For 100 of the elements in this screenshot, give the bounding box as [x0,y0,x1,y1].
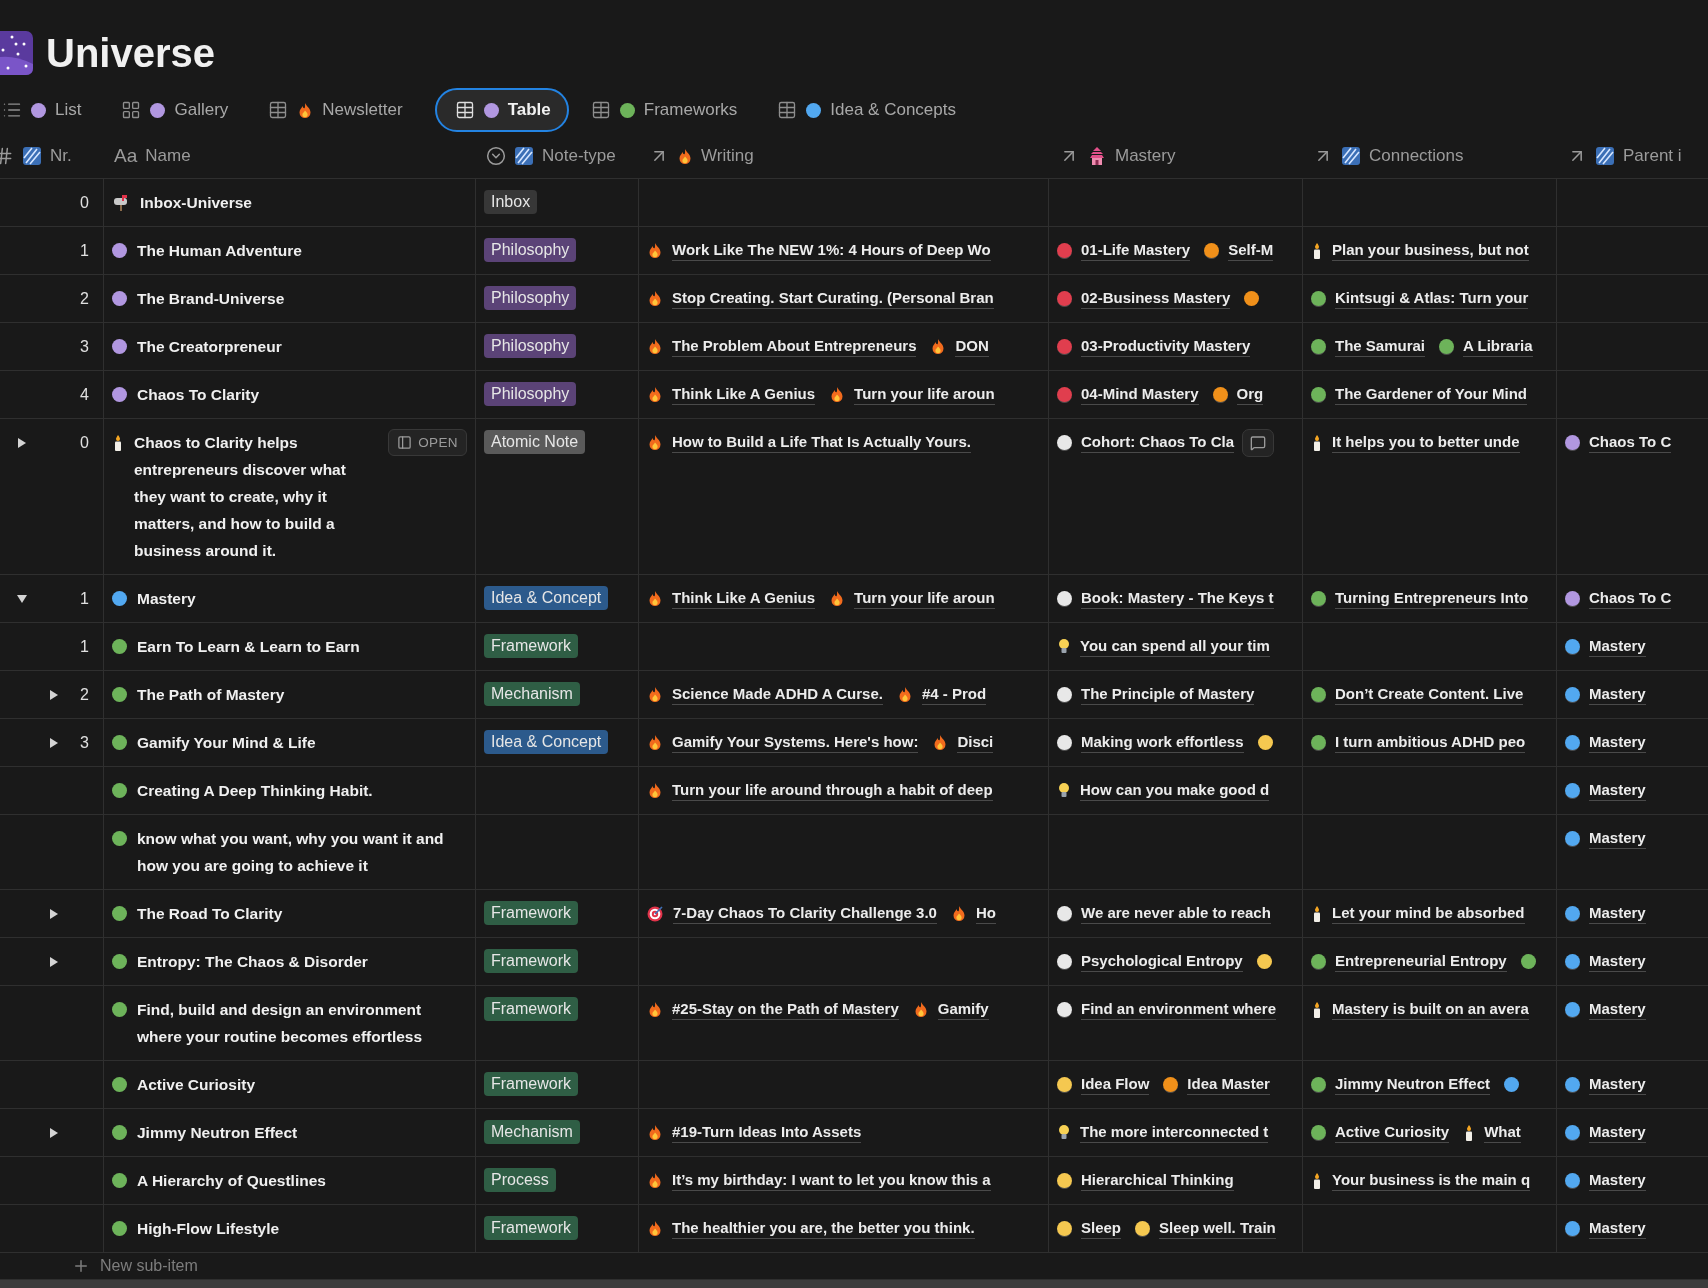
view-tab[interactable]: Newsletter [260,88,421,132]
relation-link[interactable]: Mastery [1565,900,1646,927]
relation-link[interactable]: #19-Turn Ideas Into Assets [647,1119,862,1146]
relation-link[interactable]: Plan your business, but not [1311,237,1529,264]
row-title[interactable]: Find, build and design an environment where your routine becomes effortless [137,996,467,1050]
row-title[interactable]: The Path of Mastery [137,681,467,708]
relation-link[interactable]: Disci [932,729,994,756]
column-header[interactable]: Nr. [50,146,72,166]
relation-link[interactable]: Idea Master [1163,1071,1270,1098]
relation-link[interactable]: Mastery [1565,633,1646,660]
relation-link[interactable]: The Problem About Entrepreneurs [647,333,917,360]
horizontal-scrollbar[interactable] [0,1280,1708,1288]
relation-link[interactable]: It helps you to better unde [1311,429,1520,456]
row-title[interactable]: Gamify Your Mind & Life [137,729,467,756]
relation-link[interactable]: Chaos To C [1565,429,1672,456]
relation-link[interactable]: Self-M [1204,237,1274,264]
relation-link[interactable]: Let your mind be absorbed [1311,900,1525,927]
row-title[interactable]: Inbox-Universe [140,189,467,216]
row-title[interactable]: The Creatorpreneur [137,333,467,360]
relation-link[interactable]: The Samurai [1311,333,1426,360]
relation-link[interactable]: The more interconnected t [1057,1119,1269,1146]
view-tab[interactable]: Table [434,88,569,132]
relation-link[interactable]: Hierarchical Thinking [1057,1167,1234,1194]
view-tab[interactable]: Gallery [113,88,247,132]
row-title[interactable]: Mastery [137,585,467,612]
relation-link[interactable]: Work Like The NEW 1%: 4 Hours of Deep Wo [647,237,991,264]
row-title[interactable]: The Human Adventure [137,237,467,264]
column-header[interactable]: Name [145,146,191,166]
relation-link[interactable]: Turn your life aroun [829,585,995,612]
column-header[interactable]: Note-type [542,146,616,166]
column-header[interactable]: Writing [701,146,754,166]
column-header[interactable]: Mastery [1115,146,1176,166]
row-title[interactable]: Chaos to Clarity helps entrepreneurs discover what they want to create, why it matters, and how to build a business around it. [134,429,377,564]
relation-link[interactable]: Turning Entrepreneurs Into [1311,585,1529,612]
relation-link[interactable]: You can spend all your tim [1057,633,1270,660]
relation-link[interactable]: 04-Mind Mastery [1057,381,1199,408]
column-header[interactable]: Connections [1369,146,1464,166]
relation-link[interactable]: Find an environment where [1057,996,1277,1023]
view-tab[interactable]: Idea & Concepts [769,88,974,132]
view-tab[interactable]: Frameworks [582,88,756,132]
relation-link[interactable]: Mastery [1565,825,1646,852]
relation-link[interactable]: Mastery [1565,1167,1646,1194]
relation-link[interactable]: How can you make good d [1057,777,1270,804]
relation-link[interactable]: How to Build a Life That Is Actually Yours. [647,429,971,456]
relation-link[interactable]: Mastery [1565,1071,1646,1098]
relation-link[interactable]: Idea Flow [1057,1071,1150,1098]
relation-link[interactable]: What [1463,1119,1521,1146]
relation-link[interactable]: Cohort: Chaos To Cla [1057,429,1235,456]
relation-link[interactable]: #4 - Prod [896,681,987,708]
relation-link[interactable]: Gamify [912,996,989,1023]
relation-link[interactable]: We are never able to reach [1057,900,1271,927]
relation-link[interactable]: The healthier you are, the better you think. [647,1215,975,1242]
relation-link[interactable]: Stop Creating. Start Curating. (Personal Bran [647,285,994,312]
relation-link[interactable]: Mastery is built on an avera [1311,996,1529,1023]
relation-link[interactable]: Book: Mastery - The Keys t [1057,585,1274,612]
relation-link[interactable]: Mastery [1565,777,1646,804]
relation-link[interactable]: Think Like A Genius [647,585,816,612]
relation-link[interactable]: Chaos To C [1565,585,1672,612]
row-title[interactable]: Creating A Deep Thinking Habit. [137,777,467,804]
relation-link[interactable]: Science Made ADHD A Curse. [647,681,883,708]
relation-link[interactable]: Your business is the main q [1311,1167,1531,1194]
relation-link[interactable]: #25-Stay on the Path of Mastery [647,996,899,1023]
row-title[interactable]: Active Curiosity [137,1071,467,1098]
relation-link[interactable]: Kintsugi & Atlas: Turn your [1311,285,1529,312]
relation-link[interactable]: It’s my birthday: I want to let you know this a [647,1167,991,1194]
relation-link[interactable]: Sleep well. Train [1135,1215,1276,1242]
relation-link[interactable]: Mastery [1565,681,1646,708]
relation-link[interactable]: The Principle of Mastery [1057,681,1255,708]
relation-link[interactable]: Don’t Create Content. Live [1311,681,1524,708]
relation-link[interactable]: Mastery [1565,729,1646,756]
relation-link[interactable]: Making work effortless [1057,729,1244,756]
relation-link[interactable]: Active Curiosity [1311,1119,1450,1146]
relation-link[interactable]: DON [930,333,989,360]
relation-link[interactable]: 01-Life Mastery [1057,237,1191,264]
relation-link[interactable]: Turn your life aroun [829,381,995,408]
relation-link[interactable]: Think Like A Genius [647,381,816,408]
relation-link[interactable]: Mastery [1565,996,1646,1023]
row-title[interactable]: Entropy: The Chaos & Disorder [137,948,467,975]
view-tab[interactable]: List [0,88,100,132]
row-title[interactable]: High-Flow Lifestyle [137,1215,467,1242]
relation-link[interactable]: Turn your life around through a habit of deep [647,777,993,804]
relation-link[interactable]: Mastery [1565,948,1646,975]
open-button[interactable]: OPEN [388,429,467,456]
relation-link[interactable]: I turn ambitious ADHD peo [1311,729,1526,756]
relation-link[interactable]: Gamify Your Systems. Here's how: [647,729,919,756]
row-title[interactable]: Earn To Learn & Learn to Earn [137,633,467,660]
relation-link[interactable]: Mastery [1565,1119,1646,1146]
column-header[interactable]: Parent i [1623,146,1682,166]
relation-link[interactable]: Ho [950,900,996,927]
row-title[interactable]: Jimmy Neutron Effect [137,1119,467,1146]
relation-link[interactable]: 03-Productivity Mastery [1057,333,1251,360]
relation-link[interactable]: Entrepreneurial Entropy [1311,948,1507,975]
row-title[interactable]: The Brand-Universe [137,285,467,312]
relation-link[interactable]: A Libraria [1439,333,1533,360]
relation-link[interactable]: 7-Day Chaos To Clarity Challenge 3.0 [647,900,937,927]
relation-link[interactable]: Org [1212,381,1264,408]
relation-link[interactable]: Jimmy Neutron Effect [1311,1071,1491,1098]
comment-button[interactable] [1242,429,1275,457]
relation-link[interactable]: Sleep [1057,1215,1122,1242]
relation-link[interactable]: The Gardener of Your Mind [1311,381,1527,408]
